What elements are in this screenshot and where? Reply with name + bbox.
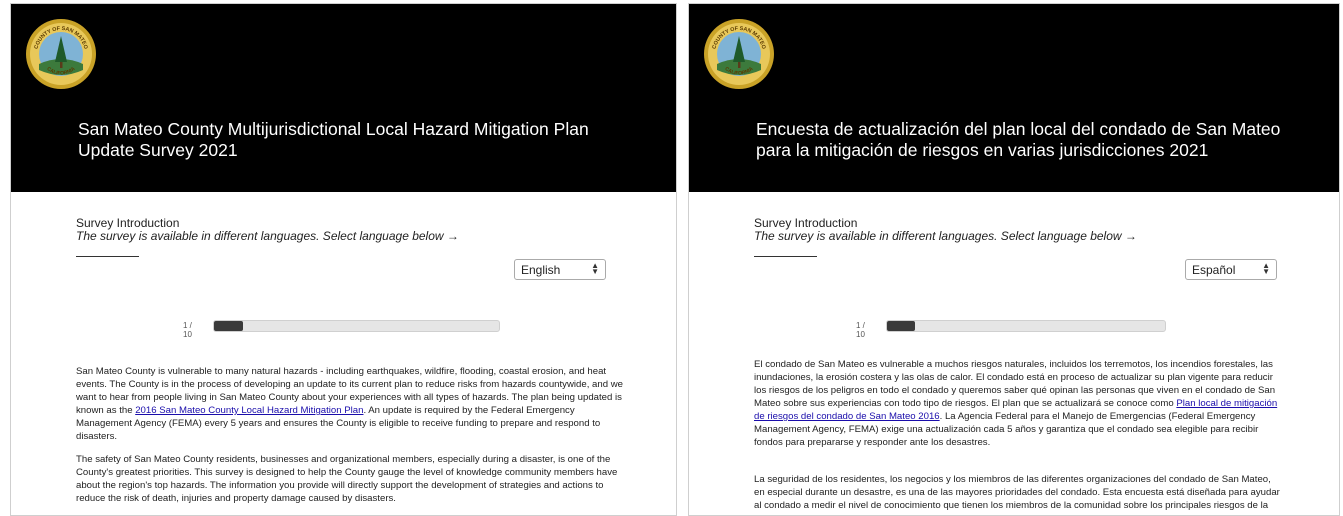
- intro-paragraph-1: San Mateo County is vulnerable to many n…: [76, 366, 623, 442]
- survey-header: COUNTY OF SAN MATEO CALIFORNIA Encuesta …: [689, 4, 1339, 192]
- county-seal-logo: COUNTY OF SAN MATEO CALIFORNIA: [704, 19, 774, 89]
- survey-panel-spanish: COUNTY OF SAN MATEO CALIFORNIA Encuesta …: [688, 3, 1340, 516]
- progress-label: 1 / 10: [856, 321, 865, 339]
- divider: [76, 256, 139, 257]
- language-instruction: The survey is available in different lan…: [76, 229, 459, 243]
- hazard-plan-link[interactable]: 2016 San Mateo County Local Hazard Mitig…: [135, 405, 363, 416]
- select-arrows-icon: ▲ ▼: [591, 261, 599, 276]
- divider: [754, 256, 817, 257]
- progress-label: 1 / 10: [183, 321, 192, 339]
- survey-title: Encuesta de actualización del plan local…: [756, 119, 1281, 160]
- progress-bar: [886, 320, 1166, 332]
- progress-bar-fill: [214, 321, 243, 331]
- language-select[interactable]: English ▲ ▼: [514, 259, 606, 280]
- language-instruction: The survey is available in different lan…: [754, 229, 1137, 243]
- intro-paragraph-1: El condado de San Mateo es vulnerable a …: [754, 359, 1278, 448]
- survey-panel-english: COUNTY OF SAN MATEO CALIFORNIA San Mateo…: [10, 3, 677, 516]
- survey-intro-heading: Survey Introduction: [754, 216, 858, 230]
- language-select[interactable]: Español ▲ ▼: [1185, 259, 1277, 280]
- intro-paragraph-2: The safety of San Mateo County residents…: [76, 454, 618, 504]
- progress-bar-fill: [887, 321, 915, 331]
- survey-intro-heading: Survey Introduction: [76, 216, 180, 230]
- language-select-value: English: [521, 263, 561, 277]
- language-select-value: Español: [1192, 263, 1236, 277]
- progress-bar: [213, 320, 500, 332]
- survey-title: San Mateo County Multijurisdictional Loc…: [78, 119, 589, 160]
- intro-paragraph-2: La seguridad de los residentes, los nego…: [754, 474, 1280, 511]
- select-arrows-icon: ▲ ▼: [1262, 261, 1270, 276]
- county-seal-logo: COUNTY OF SAN MATEO CALIFORNIA: [26, 19, 96, 89]
- survey-header: COUNTY OF SAN MATEO CALIFORNIA San Mateo…: [11, 4, 676, 192]
